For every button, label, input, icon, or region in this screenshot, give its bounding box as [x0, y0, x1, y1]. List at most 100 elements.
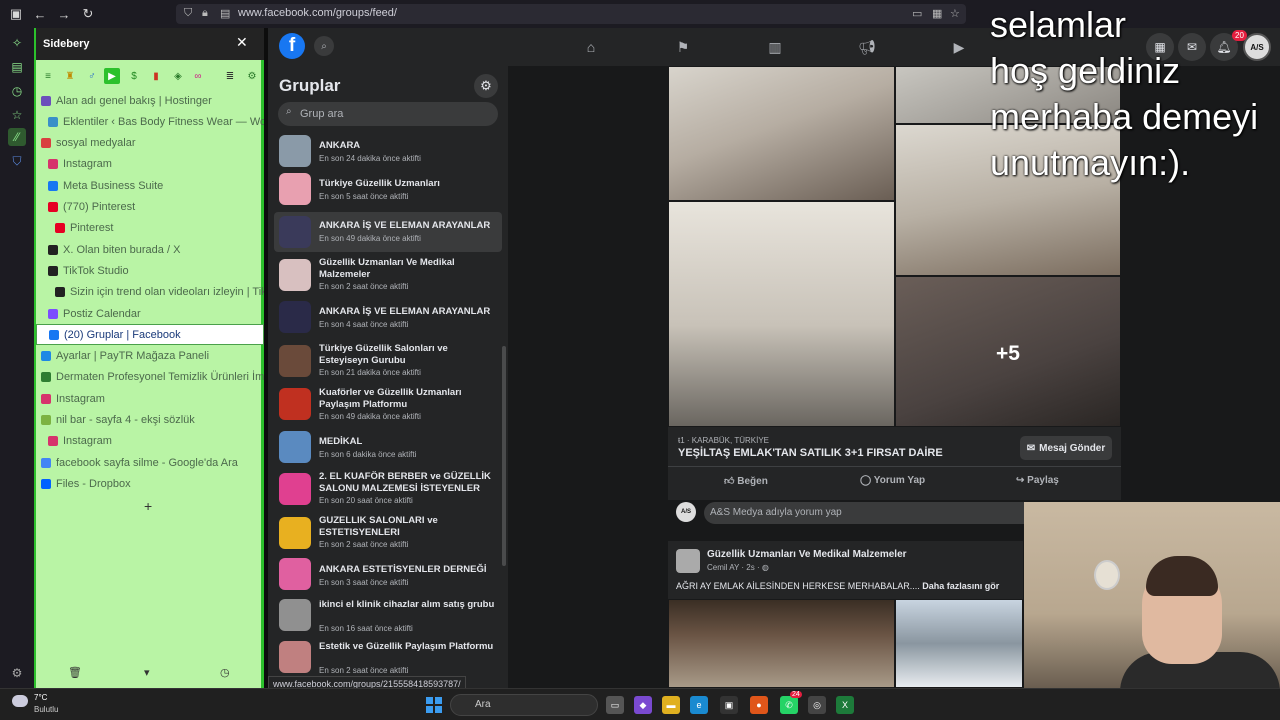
sidebery-tab[interactable]: (20) Gruplar | Facebook [36, 324, 264, 346]
megaphone-icon[interactable]: 📢︎ [856, 38, 878, 56]
group-list-item[interactable]: ANKARA En son 24 dakika önce aktifti [274, 132, 502, 170]
panel-gender-icon[interactable]: ♂ [84, 68, 100, 84]
history-icon[interactable]: ◷ [8, 82, 26, 100]
comment-button[interactable]: ◯ Yorum Yap [860, 475, 925, 486]
panel-shop-icon[interactable]: ♜ [62, 68, 78, 84]
panel-gamepad-icon[interactable]: ◈ [170, 68, 186, 84]
sidebery-icon[interactable]: ⁄⁄ [8, 128, 26, 146]
post-photo[interactable] [668, 201, 895, 427]
sidebery-tab[interactable]: Instagram [36, 431, 264, 452]
panel-bottle-icon[interactable]: ▮ [148, 68, 164, 84]
shield-icon[interactable]: ⛉ [184, 7, 192, 20]
trash-icon[interactable]: 🗑︎ [68, 666, 82, 679]
sidebery-tab[interactable]: Alan adı genel bakış | Hostinger [36, 90, 264, 111]
home-icon[interactable]: ⌂ [580, 38, 602, 56]
sidebery-tab[interactable]: facebook sayfa silme - Google'da Ara [36, 452, 264, 473]
new-tab-plus-icon[interactable]: + [144, 498, 152, 514]
post-photo[interactable] [895, 599, 1023, 688]
panel-list-icon[interactable]: ≣ [222, 68, 238, 84]
sidebery-tab[interactable]: Pinterest [36, 218, 264, 239]
sidebery-tab[interactable]: Postiz Calendar [36, 303, 264, 324]
sidebar-toggle-icon[interactable]: ▣ [6, 4, 26, 24]
reload-icon[interactable]: ↻ [78, 4, 98, 24]
close-icon[interactable]: ✕ [236, 34, 248, 51]
group-list-item[interactable]: GUZELLIK SALONLARI ve ESTETISYENLERI En s… [274, 512, 502, 554]
like-button[interactable]: 👍︎ Beğen [724, 475, 768, 487]
sidebery-tab[interactable]: Sizin için trend olan videoları izleyin … [36, 282, 264, 303]
clock-icon[interactable]: ◷ [220, 666, 230, 679]
sidebery-tab[interactable]: nil bar - sayfa 4 - ekşi sözlük [36, 410, 264, 431]
bookmark-star-icon[interactable]: ☆ [950, 7, 960, 20]
bitwarden-icon[interactable]: ⛉ [8, 152, 26, 170]
lock-icon[interactable]: 🔒︎ [202, 7, 208, 20]
flag-icon[interactable]: ⚑ [672, 38, 694, 56]
group-list-item[interactable]: Türkiye Güzellik Uzmanları En son 5 saat … [274, 170, 502, 208]
post-author[interactable]: Cemil AY · 2s · [707, 563, 762, 572]
group-list-item[interactable]: Kuaförler ve Güzellik Uzmanları Paylaşım… [274, 384, 502, 424]
groups-scrollbar[interactable] [502, 346, 506, 566]
sidebery-tab[interactable]: Ayarlar | PayTR Mağaza Paneli [36, 346, 264, 367]
group-list-item[interactable]: ANKARA İŞ VE ELEMAN ARAYANLAR En son 4 sa… [274, 298, 502, 336]
whatsapp-icon[interactable]: ✆ [780, 696, 798, 714]
sidebery-tab[interactable]: X. Olan biten burada / X [36, 239, 264, 260]
dashboard-icon[interactable]: ▥ [764, 38, 786, 56]
bookmark-add-icon[interactable]: ▾ [144, 666, 150, 679]
weather-temperature[interactable]: 7°C [34, 693, 47, 702]
sidebery-tab[interactable]: Instagram [36, 154, 264, 175]
copilot-icon[interactable]: ◆ [634, 696, 652, 714]
group-list-item[interactable]: Türkiye Güzellik Salonları ve Esteyiseyn… [274, 340, 502, 382]
post-title[interactable]: YEŞİLTAŞ EMLAK'TAN SATILIK 3+1 FIRSAT DA… [678, 447, 943, 459]
video-icon[interactable]: ▶ [948, 38, 970, 56]
app-icon[interactable]: ◎ [808, 696, 826, 714]
share-button[interactable]: ↪ Paylaş [1016, 475, 1059, 486]
taskbar-search[interactable]: Ara [450, 694, 598, 716]
back-icon[interactable]: ← [30, 4, 50, 24]
group-list-item[interactable]: ANKARA İŞ VE ELEMAN ARAYANLAR En son 49 d… [274, 212, 502, 252]
windows-start-icon[interactable] [426, 697, 442, 713]
sidebery-tab[interactable]: TikTok Studio [36, 260, 264, 281]
search-icon[interactable]: ⌕ [314, 36, 334, 56]
sidebery-tab[interactable]: sosyal medyalar [36, 133, 264, 154]
cloud-icon[interactable] [12, 695, 28, 707]
forward-icon[interactable]: → [54, 4, 74, 24]
panel-play-icon[interactable]: ▶ [104, 68, 120, 84]
group-list-item[interactable]: ANKARA ESTETİSYENLER DERNEĞİ En son 3 saa… [274, 556, 502, 592]
sidebery-tab[interactable]: Instagram [36, 388, 264, 409]
see-more-link[interactable]: Daha fazlasını gör [922, 581, 999, 591]
task-view-icon[interactable]: ▭ [606, 696, 624, 714]
settings-gear-icon[interactable]: ⚙ [474, 74, 498, 98]
tabs-icon[interactable]: ▤ [8, 58, 26, 76]
panel-bookmarks-icon[interactable]: ≡ [40, 68, 56, 84]
group-list-item[interactable]: 2. EL KUAFÖR BERBER ve GÜZELLİK SALONU M… [274, 468, 502, 510]
panel-money-icon[interactable]: $ [126, 68, 142, 84]
reader-icon[interactable]: ▭ [912, 7, 922, 20]
url-bar[interactable]: ⛉ 🔒︎ ▤ www.facebook.com/groups/feed/ ▭ ▦… [176, 4, 966, 24]
group-list-item[interactable]: Estetik ve Güzellik Paylaşım Platformu En… [274, 638, 502, 676]
edge-browser-icon[interactable]: e [690, 696, 708, 714]
facebook-logo-icon[interactable]: f [279, 33, 305, 59]
group-avatar[interactable] [676, 549, 700, 573]
sidebery-tab[interactable]: Eklentiler ‹ Bas Body Fitness Wear — Wor… [36, 111, 264, 132]
sidebery-tab[interactable]: Dermaten Profesyonel Temizlik Ürünleri İ… [36, 367, 264, 388]
post-photo[interactable] [668, 599, 895, 688]
excel-icon[interactable]: X [836, 696, 854, 714]
send-message-button[interactable]: ✉ Mesaj Gönder [1020, 436, 1112, 460]
group-list-item[interactable]: Güzellik Uzmanları Ve Medikal Malzemeler… [274, 254, 502, 296]
firefox-icon[interactable]: ● [750, 696, 768, 714]
file-explorer-icon[interactable]: ▬ [662, 696, 680, 714]
sidebery-tab[interactable]: Files - Dropbox [36, 473, 264, 494]
star-icon[interactable]: ☆ [8, 106, 26, 124]
grid-icon[interactable]: ▦ [932, 7, 942, 20]
panel-settings-icon[interactable]: ⚙ [244, 68, 260, 84]
store-icon[interactable]: ▣ [720, 696, 738, 714]
group-list-item[interactable]: MEDİKAL En son 6 dakika önce aktifti [274, 428, 502, 466]
group-search-input[interactable]: Grup ara [278, 102, 498, 126]
comment-input[interactable]: A&S Medya adıyla yorum yap [704, 502, 1044, 524]
sparkle-icon[interactable]: ✧ [8, 34, 26, 52]
post-photo[interactable] [668, 66, 895, 201]
settings-gear-icon[interactable]: ⚙ [8, 664, 26, 682]
sidebery-tab[interactable]: (770) Pinterest [36, 197, 264, 218]
post-group-name[interactable]: Güzellik Uzmanları Ve Medikal Malzemeler [707, 549, 907, 560]
weather-description[interactable]: Bulutlu [34, 705, 58, 714]
sidebery-tab[interactable]: Meta Business Suite [36, 175, 264, 196]
